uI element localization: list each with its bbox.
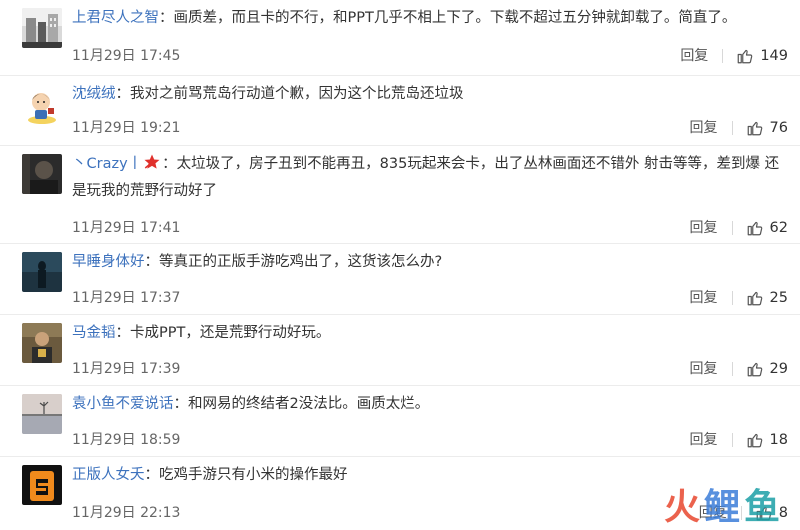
comment-username[interactable]: 正版人女夭 <box>72 467 145 483</box>
colon: ： <box>144 254 160 270</box>
comment-meta: 11月29日 17:39 回复 29 <box>72 359 788 379</box>
comment-meta: 11月29日 17:37 回复 25 <box>72 288 788 308</box>
comment-body: 等真正的正版手游吃鸡出了，这货该怎么办? <box>159 254 443 270</box>
comment-time: 11月29日 17:45 <box>72 48 181 64</box>
red-star-icon <box>143 153 161 179</box>
thumbs-up-icon <box>737 49 753 64</box>
comment-item: 早睡身体好：等真正的正版手游吃鸡出了，这货该怎么办? 11月29日 17:37 … <box>0 244 800 315</box>
like-count: 62 <box>769 220 788 236</box>
comment-actions: 回复 62 <box>690 218 788 238</box>
reply-button[interactable]: 回复 <box>690 218 718 238</box>
colon: ： <box>115 86 131 102</box>
comment-username[interactable]: 袁小鱼不爱说话 <box>72 396 174 412</box>
comment-meta: 11月29日 18:59 回复 18 <box>72 430 788 450</box>
reply-button[interactable]: 回复 <box>690 359 718 379</box>
comment-list: 上君尽人之智：画质差，而且卡的不行，和PPT几乎不相上下了。下载不超过五分钟就卸… <box>0 0 800 530</box>
action-divider <box>731 362 733 376</box>
action-divider <box>731 433 733 447</box>
comment-text: 袁小鱼不爱说话：和网易的终结者2没法比。画质太烂。 <box>72 392 784 416</box>
thumbs-up-icon <box>747 221 762 236</box>
thumbs-up-icon <box>747 433 762 448</box>
comment-username[interactable]: 上君尽人之智 <box>72 10 159 26</box>
comment-actions: 回复 18 <box>690 430 788 450</box>
comment-item: 丶Crazy丨 ：太垃圾了，房子丑到不能再丑，835玩起来会卡，出了丛林画面还不错… <box>0 146 800 244</box>
like-button[interactable]: 25 <box>746 288 788 308</box>
action-divider <box>722 49 724 63</box>
comment-body: 太垃圾了，房子丑到不能再丑，835玩起来会卡，出了丛林画面还不错外 射击等等，差… <box>72 156 780 199</box>
comment-body: 吃鸡手游只有小米的操作最好 <box>159 467 348 483</box>
colon: ： <box>159 10 174 26</box>
thumbs-up-icon <box>747 121 762 136</box>
comment-time: 11月29日 17:37 <box>72 290 181 306</box>
comment-actions: 回复 25 <box>690 288 788 308</box>
comment-body: 画质差，而且卡的不行，和PPT几乎不相上下了。下载不超过五分钟就卸载了。简直了。 <box>173 10 737 26</box>
like-button[interactable]: 149 <box>736 46 788 66</box>
like-button[interactable]: 76 <box>746 118 788 138</box>
cartoon-avatar[interactable] <box>22 84 62 124</box>
comment-time: 11月29日 19:21 <box>72 120 181 136</box>
comment-body: 卡成PPT，还是荒野行动好玩。 <box>130 325 331 341</box>
comment-text: 沈绒绒：我对之前骂荒岛行动道个歉，因为这个比荒岛还垃圾 <box>72 82 784 106</box>
comment-text: 上君尽人之智：画质差，而且卡的不行，和PPT几乎不相上下了。下载不超过五分钟就卸… <box>72 6 784 30</box>
action-divider <box>731 291 733 305</box>
person-photo-avatar[interactable] <box>22 323 62 363</box>
comment-item: 沈绒绒：我对之前骂荒岛行动道个歉，因为这个比荒岛还垃圾 11月29日 19:21… <box>0 76 800 146</box>
like-button[interactable]: 62 <box>746 218 788 238</box>
dark-figure-avatar[interactable] <box>22 252 62 292</box>
comment-text: 丶Crazy丨 ：太垃圾了，房子丑到不能再丑，835玩起来会卡，出了丛林画面还不错… <box>72 152 784 203</box>
comment-actions: 回复 76 <box>690 118 788 138</box>
like-button[interactable]: 29 <box>746 359 788 379</box>
comment-text: 早睡身体好：等真正的正版手游吃鸡出了，这货该怎么办? <box>72 250 784 274</box>
comment-body: 和网易的终结者2没法比。画质太烂。 <box>188 396 430 412</box>
lake-landscape-avatar[interactable] <box>22 394 62 434</box>
comment-meta: 11月29日 17:45 回复 149 <box>72 46 788 66</box>
like-count: 76 <box>769 120 788 136</box>
like-count: 25 <box>769 290 788 306</box>
like-count: 29 <box>769 361 788 377</box>
comment-item: 袁小鱼不爱说话：和网易的终结者2没法比。画质太烂。 11月29日 18:59 回… <box>0 386 800 457</box>
like-count: 149 <box>760 48 788 64</box>
comment-item: 马金韬：卡成PPT，还是荒野行动好玩。 11月29日 17:39 回复 29 <box>0 315 800 386</box>
comment-actions: 回复 149 <box>680 46 788 66</box>
reply-button[interactable]: 回复 <box>690 118 718 138</box>
watermark-char: 火 <box>663 487 700 528</box>
comment-time: 11月29日 17:41 <box>72 220 181 236</box>
comment-username[interactable]: 沈绒绒 <box>72 86 116 102</box>
comment-body: 我对之前骂荒岛行动道个歉，因为这个比荒岛还垃圾 <box>130 86 464 102</box>
comment-time: 11月29日 17:39 <box>72 361 181 377</box>
colon: ： <box>115 325 131 341</box>
colon: ： <box>144 467 160 483</box>
comment-meta: 11月29日 19:21 回复 76 <box>72 118 788 138</box>
reply-button[interactable]: 回复 <box>690 288 718 308</box>
comment-time: 11月29日 18:59 <box>72 432 181 448</box>
comment-username[interactable]: 早睡身体好 <box>72 254 145 270</box>
comment-username[interactable]: 马金韬 <box>72 325 116 341</box>
orange-logo-avatar[interactable] <box>22 465 62 505</box>
like-button[interactable]: 18 <box>746 430 788 450</box>
thumbs-up-icon <box>747 291 762 306</box>
thumbs-up-icon <box>747 362 762 377</box>
comment-text: 马金韬：卡成PPT，还是荒野行动好玩。 <box>72 321 784 345</box>
comment-actions: 回复 29 <box>690 359 788 379</box>
comment-item: 上君尽人之智：画质差，而且卡的不行，和PPT几乎不相上下了。下载不超过五分钟就卸… <box>0 0 800 76</box>
comment-meta: 11月29日 17:41 回复 62 <box>72 218 788 238</box>
comment-username[interactable]: 丶Crazy丨 <box>72 156 142 172</box>
action-divider <box>731 221 733 235</box>
reply-button[interactable]: 回复 <box>680 46 708 66</box>
action-divider <box>731 121 733 135</box>
dark-portrait-avatar[interactable] <box>22 154 62 194</box>
watermark-char: 鲤 <box>703 487 740 528</box>
comment-text: 正版人女夭：吃鸡手游只有小米的操作最好 <box>72 463 784 487</box>
reply-button[interactable]: 回复 <box>690 430 718 450</box>
colon: ： <box>173 396 189 412</box>
like-count: 8 <box>778 505 788 521</box>
like-count: 18 <box>769 432 788 448</box>
comment-time: 11月29日 22:13 <box>72 505 181 521</box>
watermark-logo: 火 鲤 鱼 <box>664 488 780 528</box>
watermark-char: 鱼 <box>743 487 780 528</box>
building-photo-avatar[interactable] <box>22 8 62 48</box>
colon: ： <box>162 156 177 172</box>
